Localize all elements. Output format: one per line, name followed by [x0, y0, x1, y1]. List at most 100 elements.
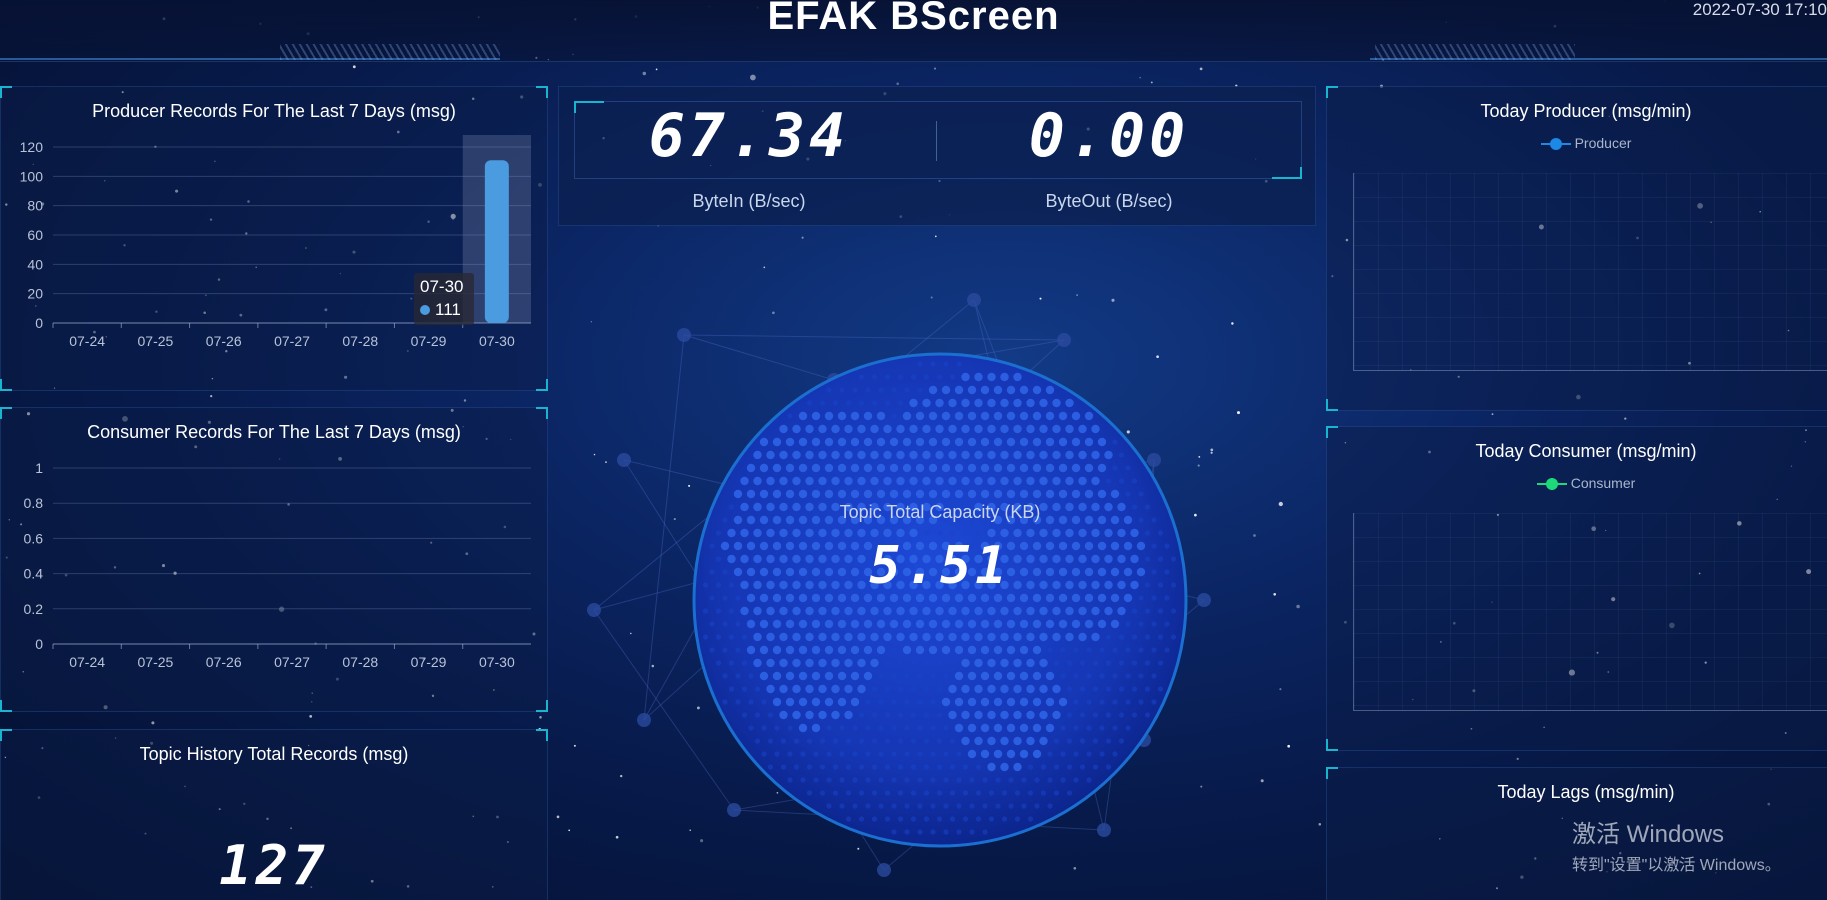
globe-dot [748, 673, 754, 679]
star [1516, 757, 1519, 761]
globe-dot [865, 803, 871, 809]
y-tick-label: 60 [27, 227, 43, 243]
globe-dot [1092, 660, 1099, 666]
star [934, 235, 937, 238]
globe-dot [1026, 476, 1035, 486]
globe-dot [1060, 673, 1066, 679]
y-tick-label: 120 [20, 139, 44, 155]
producer-records-chart[interactable]: 0 20 40 60 80 100 120 07-24 07-25 07-26 07-27 07-28… [1, 87, 549, 392]
globe-dot [915, 645, 925, 655]
globe-dot [954, 463, 964, 473]
globe-dot [1047, 647, 1053, 653]
globe-dot [1065, 632, 1074, 642]
globe-dot [779, 606, 788, 616]
globe-dot [1052, 632, 1061, 642]
globe-dot [857, 450, 866, 460]
globe-dot [967, 697, 977, 707]
consumer-records-chart[interactable]: 0 0.2 0.4 0.6 0.8 1 07-24 07-25 07-26 07-27 07-28 0… [1, 408, 549, 713]
globe-dot [1110, 619, 1120, 629]
globe-dot [753, 606, 762, 616]
globe-dot [709, 621, 715, 627]
globe-dot [962, 790, 969, 796]
globe-dot [863, 645, 873, 655]
globe-dot [722, 595, 728, 601]
globe-dot [746, 619, 756, 629]
byte-in-value: 67.34 [648, 101, 850, 171]
globe-dot [831, 476, 840, 486]
globe-dot [904, 829, 910, 835]
capacity-value: 5.51 [869, 536, 1011, 596]
globe-dot [896, 450, 905, 460]
globe-dot [941, 489, 951, 499]
globe-dot [891, 647, 897, 653]
globe-dot [1112, 673, 1118, 679]
globe-dot [1118, 686, 1125, 692]
globe-dot [844, 684, 853, 694]
globe-dot [1086, 699, 1092, 705]
today-producer-legend[interactable]: Producer [1327, 135, 1827, 151]
globe-dot [1079, 686, 1086, 692]
globe-dot [948, 424, 957, 434]
globe-dot [1110, 567, 1120, 577]
globe-dot [1138, 517, 1144, 523]
today-consumer-plot-area[interactable] [1353, 513, 1827, 711]
globe-dot [824, 437, 834, 447]
y-tick-label: 0 [35, 315, 43, 331]
globe-dot [1000, 606, 1009, 616]
globe-dot [948, 684, 957, 694]
globe-dot [928, 645, 938, 655]
globe-dot [800, 777, 806, 783]
globe-dot [735, 647, 741, 653]
globe-dot [863, 671, 873, 681]
globe-dot [923, 764, 930, 770]
star [1150, 81, 1153, 84]
today-consumer-legend[interactable]: Consumer [1327, 475, 1827, 491]
globe-dot [995, 777, 1001, 783]
globe-dot [1092, 764, 1099, 770]
globe-dot [917, 361, 923, 367]
today-producer-plot-area[interactable] [1353, 173, 1827, 371]
tooltip-value: 111 [435, 300, 461, 319]
globe-dot [974, 398, 983, 408]
globe-dot [1117, 606, 1126, 616]
globe-dot [909, 398, 918, 408]
globe-dot [1052, 450, 1061, 460]
globe-dot [1019, 723, 1029, 733]
globe-dot [967, 463, 977, 473]
globe-dot [766, 658, 775, 668]
globe-dot [1006, 645, 1016, 655]
globe-dot [930, 829, 936, 835]
globe-dot [974, 658, 983, 668]
globe-dot [715, 582, 722, 588]
globe-dot [831, 684, 840, 694]
globe-dot [1008, 777, 1014, 783]
globe-dot [759, 593, 769, 603]
globe-dot [792, 424, 801, 434]
globe-dot [982, 777, 988, 783]
globe-dot [753, 502, 762, 512]
bar[interactable] [484, 160, 509, 323]
today-consumer-panel: Today Consumer (msg/min) Consumer [1326, 426, 1827, 751]
globe-dot [837, 645, 847, 655]
globe-dot [949, 816, 956, 822]
globe-dot [740, 554, 749, 564]
globe-dot [1131, 712, 1138, 718]
globe-dot [974, 606, 983, 616]
globe-dot [1138, 621, 1144, 627]
globe-dot [889, 463, 899, 473]
globe-dot [1013, 736, 1022, 746]
globe-dot [1086, 777, 1092, 783]
globe-dot [857, 632, 866, 642]
globe-dot [980, 437, 990, 447]
globe-dot [941, 437, 951, 447]
network-node [1197, 593, 1211, 607]
globe-dot [1006, 489, 1016, 499]
globe-dot [805, 606, 814, 616]
globe-dot [1013, 684, 1022, 694]
globe-dot [967, 723, 977, 733]
globe-dot [779, 476, 788, 486]
globe-dot [702, 582, 709, 588]
globe-dot [857, 684, 866, 694]
star [1296, 604, 1300, 609]
globe-dot [943, 803, 949, 809]
